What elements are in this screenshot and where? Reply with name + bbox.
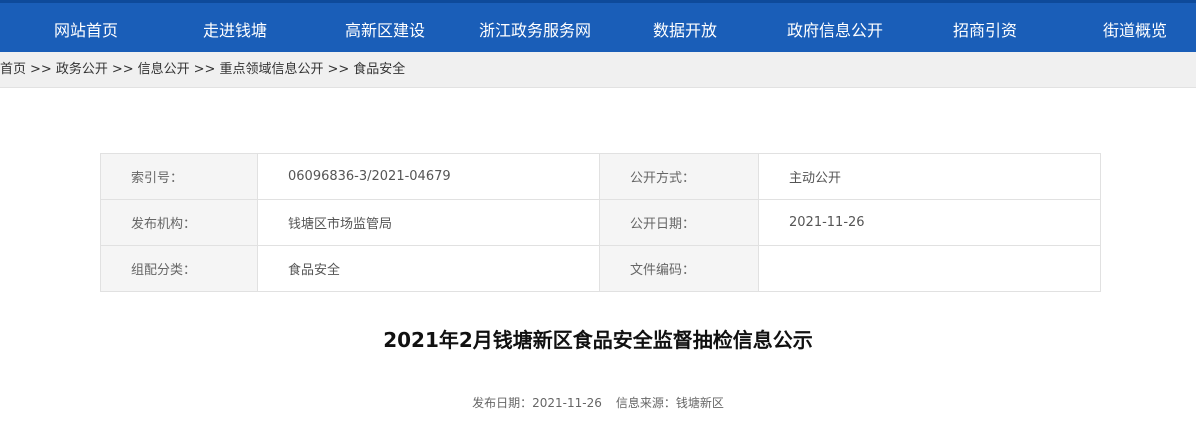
nav-hightech-construction[interactable]: 高新区建设: [345, 17, 425, 41]
breadcrumb-gov-affairs[interactable]: 政务公开: [56, 62, 108, 77]
breadcrumb-info-public[interactable]: 信息公开: [138, 62, 190, 77]
document-code-value: [758, 245, 1101, 292]
info-source: 信息来源：钱塘新区: [615, 396, 724, 410]
article-title: 2021年2月钱塘新区食品安全监督抽检信息公示: [383, 328, 813, 352]
publish-date: 发布日期：2021-11-26: [472, 396, 602, 410]
breadcrumb-separator: >>: [193, 62, 216, 77]
nav-home[interactable]: 网站首页: [54, 17, 118, 41]
nav-about-qiantang[interactable]: 走进钱塘: [203, 17, 267, 41]
publisher-label: 发布机构：: [100, 199, 258, 246]
disclosure-date-label: 公开日期：: [599, 199, 759, 246]
table-row: 索引号： 06096836-3/2021-04679 公开方式： 主动公开: [100, 153, 1101, 200]
nav-zhejiang-service[interactable]: 浙江政务服务网: [479, 17, 591, 41]
breadcrumb-separator: >>: [111, 62, 134, 77]
info-metadata-table: 索引号： 06096836-3/2021-04679 公开方式： 主动公开 发布…: [100, 153, 1101, 292]
breadcrumb: 首页 >> 政务公开 >> 信息公开 >> 重点领域信息公开 >> 食品安全: [0, 52, 1196, 88]
category-value: 食品安全: [257, 245, 600, 292]
table-row: 组配分类： 食品安全 文件编码：: [100, 245, 1101, 292]
breadcrumb-home[interactable]: 首页: [0, 62, 26, 77]
main-nav: 网站首页 走进钱塘 高新区建设 浙江政务服务网 数据开放 政府信息公开 招商引资…: [0, 0, 1196, 52]
nav-streets[interactable]: 街道概览: [1103, 17, 1167, 41]
index-number-value: 06096836-3/2021-04679: [257, 153, 600, 200]
disclosure-method-label: 公开方式：: [599, 153, 759, 200]
breadcrumb-separator: >>: [327, 62, 350, 77]
category-label: 组配分类：: [100, 245, 258, 292]
nav-gov-info[interactable]: 政府信息公开: [787, 17, 883, 41]
disclosure-method-value: 主动公开: [758, 153, 1101, 200]
disclosure-date-value: 2021-11-26: [758, 199, 1101, 246]
breadcrumb-food-safety[interactable]: 食品安全: [353, 62, 405, 77]
publisher-value: 钱塘区市场监管局: [257, 199, 600, 246]
document-code-label: 文件编码：: [599, 245, 759, 292]
article-info: 发布日期：2021-11-26 信息来源：钱塘新区: [0, 394, 1196, 411]
breadcrumb-separator: >>: [30, 62, 52, 77]
nav-open-data[interactable]: 数据开放: [653, 17, 717, 41]
nav-investment[interactable]: 招商引资: [953, 17, 1017, 41]
index-number-label: 索引号：: [100, 153, 258, 200]
table-row: 发布机构： 钱塘区市场监管局 公开日期： 2021-11-26: [100, 199, 1101, 246]
breadcrumb-key-areas[interactable]: 重点领域信息公开: [219, 62, 323, 77]
